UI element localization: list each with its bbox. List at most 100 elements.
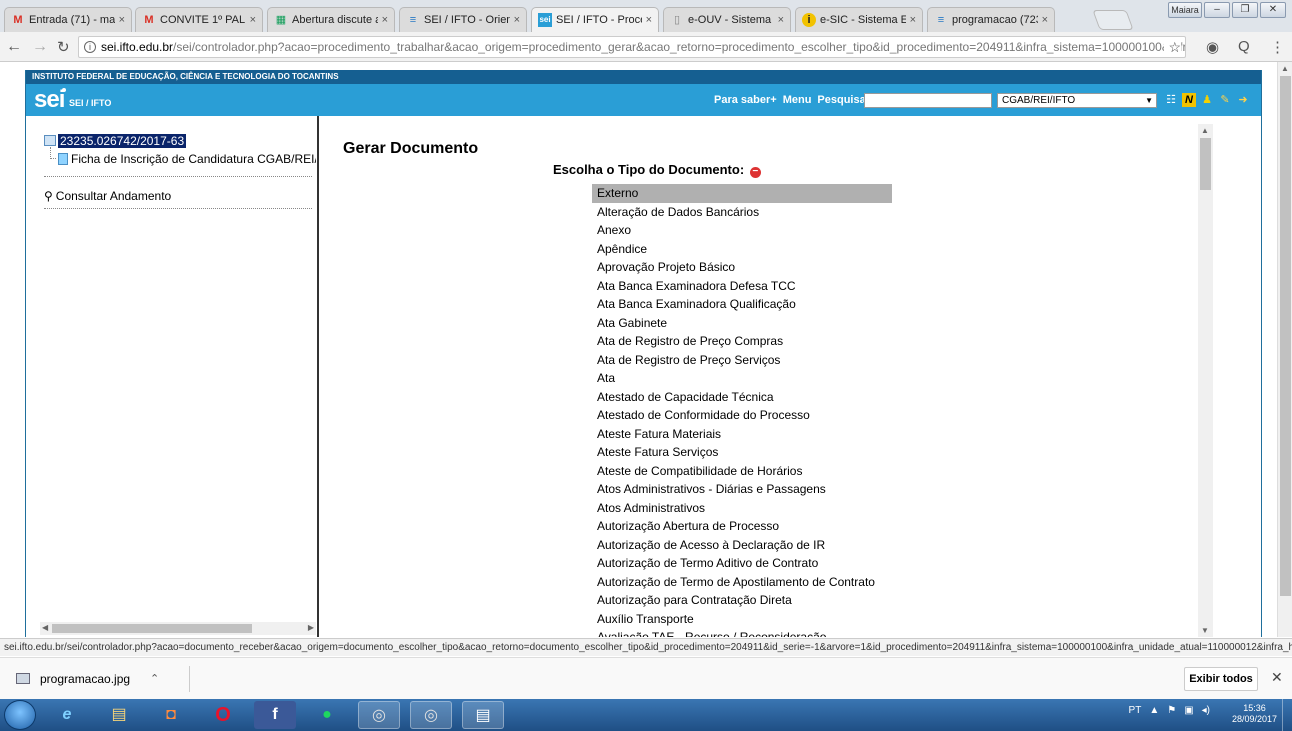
profile-button[interactable]: Maiara [1168,2,1202,18]
document-type-item[interactable]: Avaliação TAE - Recurso / Reconsideração [592,628,892,637]
document-type-item[interactable]: Ateste Fatura Materiais [592,425,892,444]
document-type-item[interactable]: Ata de Registro de Preço Compras [592,332,892,351]
tools-icon[interactable]: ✎ [1218,93,1232,107]
consult-progress-link[interactable]: ⚲ Consultar Andamento [44,189,171,203]
exit-icon[interactable]: ➜ [1236,93,1250,107]
magnifier-extension-icon[interactable]: Q [1238,38,1250,55]
close-tab-icon[interactable]: × [119,14,125,26]
show-all-downloads-button[interactable]: Exibir todos [1184,667,1258,691]
menu-link[interactable]: Menu [783,94,812,106]
document-type-item[interactable]: Ata [592,369,892,388]
new-tab-button[interactable] [1092,10,1134,30]
close-tab-icon[interactable]: × [646,14,652,26]
tree-document-node[interactable]: Ficha de Inscrição de Candidatura CGAB/R… [58,152,316,166]
close-tab-icon[interactable]: × [250,14,256,26]
document-type-item[interactable]: Atos Administrativos - Diárias e Passage… [592,480,892,499]
reload-icon[interactable]: ↻ [57,38,70,56]
close-tab-icon[interactable]: × [910,14,916,26]
browser-tab[interactable]: sei SEI / IFTO - Process × [531,7,659,32]
bookmark-star-icon[interactable]: ☆ [1164,37,1181,57]
show-desktop-button[interactable] [1282,699,1292,731]
scroll-down-arrow-icon[interactable]: ▼ [1201,626,1209,635]
browser-tab[interactable]: ≡ SEI / IFTO - Orientaç × [399,7,527,32]
info-icon[interactable]: i [84,41,96,53]
document-type-item[interactable]: Alteração de Dados Bancários [592,203,892,222]
minimize-button[interactable]: – [1204,2,1230,18]
extension-icon[interactable]: ◉ [1206,38,1219,56]
document-type-item[interactable]: Ateste Fatura Serviços [592,443,892,462]
chrome-app-icon[interactable]: ◎ [410,701,452,729]
document-type-item[interactable]: Autorização de Termo Aditivo de Contrato [592,554,892,573]
document-type-item[interactable]: Ata Banca Examinadora Qualificação [592,295,892,314]
chevron-up-icon[interactable]: ⌃ [150,666,159,692]
scroll-thumb[interactable] [1280,76,1291,596]
document-type-item[interactable]: Anexo [592,221,892,240]
forward-arrow-icon[interactable]: → [32,38,48,56]
document-type-item[interactable]: Ata de Registro de Preço Serviços [592,351,892,370]
browser-tab[interactable]: i e-SIC - Sistema Eletr × [795,7,923,32]
scroll-left-arrow-icon[interactable]: ◀ [42,623,48,632]
tray-expand-icon[interactable]: ▲ [1149,705,1159,716]
browser-tab[interactable]: ▦ Abertura discute apro × [267,7,395,32]
outlook-icon[interactable]: ◘ [150,701,192,729]
menu-kebab-icon[interactable]: ⋮ [1270,38,1285,56]
maximize-button[interactable]: ❐ [1232,2,1258,18]
internet-explorer-icon[interactable]: e [46,701,88,729]
document-type-item[interactable]: Atos Administrativos [592,499,892,518]
document-type-item[interactable]: Ata Gabinete [592,314,892,333]
page-vertical-scrollbar[interactable]: ▲ [1277,62,1292,637]
pesquisa-link[interactable]: Pesquisa [817,94,865,106]
browser-tab[interactable]: M Entrada (71) - maiara × [4,7,132,32]
document-type-item[interactable]: Apêndice [592,240,892,259]
browser-tab[interactable]: ≡ programacao (723× × [927,7,1055,32]
user-icon[interactable]: ♟ [1200,93,1214,107]
notepad-icon[interactable]: ▤ [462,701,504,729]
network-icon[interactable]: ▣ [1184,705,1193,716]
file-explorer-icon[interactable]: ▤ [98,701,140,729]
close-icon[interactable]: ✕ [1271,669,1283,686]
document-type-item[interactable]: Externo [592,184,892,203]
facebook-icon[interactable]: f [254,701,296,729]
close-tab-icon[interactable]: × [382,14,388,26]
list-view-icon[interactable]: ☷ [1164,93,1178,107]
search-input[interactable] [864,93,992,108]
news-icon[interactable]: N [1182,93,1196,107]
unit-select[interactable]: CGAB/REI/IFTO ▼ [997,93,1157,108]
close-tab-icon[interactable]: × [1042,14,1048,26]
close-tab-icon[interactable]: × [514,14,520,26]
document-type-item[interactable]: Autorização de Termo de Apostilamento de… [592,573,892,592]
address-bar[interactable]: i sei.ifto.edu.br/sei/controlador.php?aca… [78,36,1186,58]
start-button[interactable] [4,700,36,730]
document-type-item[interactable]: Atestado de Capacidade Técnica [592,388,892,407]
chrome-icon[interactable]: ◎ [358,701,400,729]
scroll-up-arrow-icon[interactable]: ▲ [1281,64,1289,73]
document-type-item[interactable]: Autorização Abertura de Processo [592,517,892,536]
document-type-item[interactable]: Autorização de Acesso à Declaração de IR [592,536,892,555]
volume-icon[interactable]: ◂) [1202,705,1210,716]
main-vertical-scrollbar[interactable]: ▲ ▼ [1198,124,1213,637]
download-item[interactable]: programacao.jpg ⌃ [8,666,190,692]
para-saber-link[interactable]: Para saber+ [714,94,777,106]
document-type-item[interactable]: Atestado de Conformidade do Processo [592,406,892,425]
close-tab-icon[interactable]: × [778,14,784,26]
tree-process-node[interactable]: 23235.026742/2017-63 [44,134,187,148]
spotify-icon[interactable]: ● [306,701,348,729]
opera-icon[interactable]: O [202,701,244,729]
document-type-item[interactable]: Ata Banca Examinadora Defesa TCC [592,277,892,296]
scroll-right-arrow-icon[interactable]: ▶ [308,623,314,632]
document-type-item[interactable]: Ateste de Compatibilidade de Horários [592,462,892,481]
document-type-item[interactable]: Auxílio Transporte [592,610,892,629]
sei-logo[interactable]: sei [34,86,65,114]
document-type-item[interactable]: Autorização para Contratação Direta [592,591,892,610]
language-indicator[interactable]: PT [1129,705,1142,716]
process-number[interactable]: 23235.026742/2017-63 [58,134,187,148]
scroll-thumb[interactable] [1200,138,1211,190]
clock[interactable]: 15:36 28/09/2017 [1232,703,1277,725]
tree-horizontal-scrollbar[interactable]: ◀ ▶ [40,622,316,635]
back-arrow-icon[interactable]: ← [6,38,22,56]
browser-tab[interactable]: ▯ e-OUV - Sistema de × [663,7,791,32]
close-window-button[interactable]: ✕ [1260,2,1286,18]
flag-icon[interactable]: ⚑ [1167,705,1176,716]
scroll-up-arrow-icon[interactable]: ▲ [1201,126,1209,135]
document-type-item[interactable]: Aprovação Projeto Básico [592,258,892,277]
